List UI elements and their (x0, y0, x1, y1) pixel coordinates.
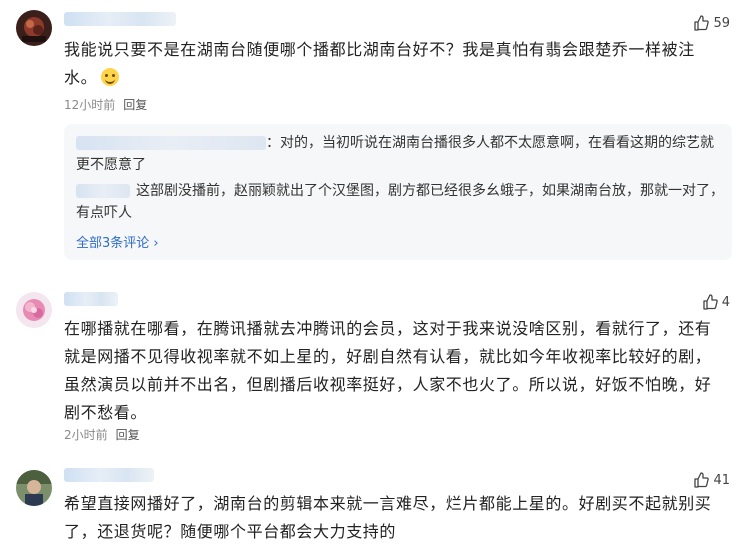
avatar[interactable] (16, 470, 52, 506)
avatar[interactable] (16, 10, 52, 46)
username[interactable] (64, 292, 118, 306)
reply-thread: ：对的，当初听说在湖南台播很多人都不太愿意啊，在看看这期的综艺就更不愿意了 这部… (64, 124, 732, 260)
comment-text: 希望直接网播好了，湖南台的剪辑本来就一言难尽，烂片都能上星的。好剧买不起就别买了… (64, 494, 712, 541)
timestamp: 2小时前 (64, 428, 108, 442)
sub-reply-username[interactable] (76, 184, 130, 198)
thumbs-up-icon (703, 294, 718, 310)
sub-reply-username[interactable] (76, 136, 266, 150)
sub-reply: ：对的，当初听说在湖南台播很多人都不太愿意啊，在看看这期的综艺就更不愿意了 (76, 135, 714, 173)
like-button[interactable]: 4 (702, 294, 730, 310)
timestamp: 12小时前 (64, 98, 116, 112)
comment-text: 我能说只要不是在湖南台随便哪个播都比湖南台好不？我是真怕有翡会跟楚乔一样被注水。 (64, 40, 695, 87)
comment-item: 59 我能说只要不是在湖南台随便哪个播都比湖南台好不？我是真怕有翡会跟楚乔一样被… (0, 0, 752, 270)
thumbs-up-icon (694, 472, 710, 488)
like-button[interactable]: 41 (693, 472, 730, 488)
reply-button[interactable]: 回复 (116, 426, 140, 443)
thumbs-up-icon (694, 15, 710, 31)
username[interactable] (64, 12, 176, 26)
see-all-replies-link[interactable]: 全部3条评论 › (76, 232, 159, 251)
comment-item: 41 希望直接网播好了，湖南台的剪辑本来就一言难尽，烂片都能上星的。好剧买不起就… (0, 460, 752, 548)
comment-item: 4 在哪播就在哪看，在腾讯播就去冲腾讯的会员，这对于我来说没啥区别，看就行了，还… (0, 282, 752, 452)
like-count: 4 (721, 294, 730, 310)
username[interactable] (64, 468, 154, 482)
smile-emoji-icon (101, 68, 120, 86)
like-count: 59 (713, 15, 730, 31)
like-count: 41 (713, 472, 730, 488)
avatar[interactable] (16, 292, 52, 328)
comment-text: 在哪播就在哪看，在腾讯播就去冲腾讯的会员，这对于我来说没啥区别，看就行了，还有就… (64, 319, 712, 422)
sub-reply: 这部剧没播前，赵丽颖就出了个汉堡图，剧方都已经很多幺蛾子，如果湖南台放，那就一对… (76, 183, 724, 221)
comment-meta: 2小时前 回复 (64, 426, 140, 443)
reply-button[interactable]: 回复 (123, 96, 147, 113)
like-button[interactable]: 59 (693, 15, 730, 31)
comment-meta: 12小时前 回复 (64, 96, 147, 113)
